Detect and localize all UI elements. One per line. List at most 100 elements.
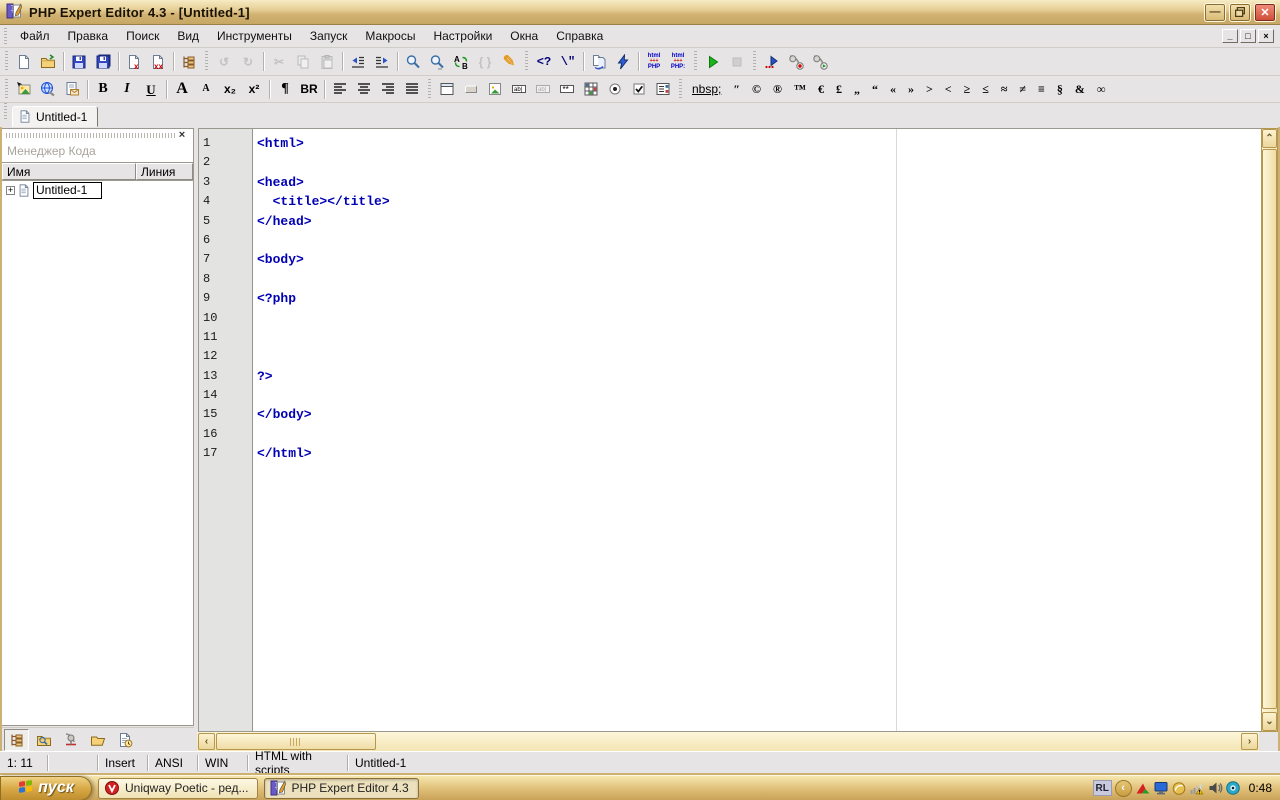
php-tags-button[interactable]: <?: [532, 50, 556, 73]
close-file-button[interactable]: x: [122, 50, 146, 73]
menubar-grip[interactable]: [2, 28, 9, 44]
entity-button[interactable]: ≡: [1032, 78, 1051, 101]
code-line[interactable]: [257, 270, 1263, 289]
entity-button[interactable]: »: [902, 78, 920, 101]
entity-button[interactable]: >: [920, 78, 939, 101]
start-button[interactable]: пуск: [0, 776, 92, 800]
new-file-button[interactable]: [12, 50, 36, 73]
close-all-button[interactable]: xx: [146, 50, 170, 73]
menu-поиск[interactable]: Поиск: [117, 26, 168, 46]
entity-button[interactable]: ©: [746, 78, 767, 101]
italic-button[interactable]: I: [115, 78, 139, 101]
close-button[interactable]: ✕: [1254, 3, 1276, 22]
mdi-maximize-button[interactable]: □: [1240, 29, 1256, 43]
volume-icon[interactable]: [1207, 780, 1223, 796]
entity-button[interactable]: ≠: [1013, 78, 1032, 101]
tab-untitled-1[interactable]: Untitled-1: [12, 106, 98, 127]
menu-файл[interactable]: Файл: [11, 26, 59, 46]
entity-button[interactable]: ≤: [976, 78, 995, 101]
toolbar-grip[interactable]: [751, 51, 758, 71]
toolbar-grip[interactable]: [3, 79, 10, 99]
taskbar-task-uniqway[interactable]: Uniqway Poetic - ред...: [98, 778, 258, 799]
toolbar-grip[interactable]: [426, 79, 433, 99]
code-line[interactable]: <?php: [257, 289, 1263, 308]
insert-page-button[interactable]: [60, 78, 84, 101]
column-header-line[interactable]: Линия: [136, 163, 193, 180]
insert-image-field-button[interactable]: [483, 78, 507, 101]
code-line[interactable]: </head>: [257, 212, 1263, 231]
code-line[interactable]: [257, 309, 1263, 328]
restore-button[interactable]: [1229, 3, 1251, 22]
vertical-scrollbar[interactable]: ⌃ ⌄: [1261, 128, 1278, 732]
unindent-button[interactable]: [346, 50, 370, 73]
entity-button[interactable]: &: [1069, 78, 1091, 101]
signal-warning-icon[interactable]: [1189, 780, 1205, 796]
underline-button[interactable]: U: [139, 78, 163, 101]
insert-image-button[interactable]: [12, 78, 36, 101]
align-center-button[interactable]: [352, 78, 376, 101]
menu-запуск[interactable]: Запуск: [301, 26, 357, 46]
code-text[interactable]: <html><head> <title></title></head><body…: [255, 129, 1263, 464]
minimize-button[interactable]: —: [1204, 3, 1226, 22]
toolbar-grip[interactable]: [692, 51, 699, 71]
code-line[interactable]: <head>: [257, 173, 1263, 192]
entity-button[interactable]: „: [848, 78, 866, 101]
run-button[interactable]: [701, 50, 725, 73]
code-line[interactable]: [257, 425, 1263, 444]
entity-button[interactable]: £: [830, 78, 848, 101]
insert-table-button[interactable]: [579, 78, 603, 101]
entity-button[interactable]: ™: [788, 78, 812, 101]
align-left-button[interactable]: [328, 78, 352, 101]
menu-окна[interactable]: Окна: [501, 26, 547, 46]
entity-button[interactable]: ″: [727, 78, 746, 101]
align-justify-button[interactable]: [400, 78, 424, 101]
code-line[interactable]: [257, 231, 1263, 250]
insert-radio-button[interactable]: [603, 78, 627, 101]
code-line[interactable]: [257, 347, 1263, 366]
escape-quotes-button[interactable]: \": [556, 50, 580, 73]
menu-инструменты[interactable]: Инструменты: [208, 26, 301, 46]
highlight-pencil-button[interactable]: ✎: [497, 50, 521, 73]
tray-collapse-icon[interactable]: ‹: [1115, 780, 1132, 797]
taskbar-task-php-expert-editor[interactable]: phpPHP Expert Editor 4.3: [264, 778, 418, 799]
language-indicator[interactable]: RL: [1093, 780, 1112, 796]
bold-button[interactable]: B: [91, 78, 115, 101]
tree-expand-icon[interactable]: +: [6, 186, 15, 195]
superscript-button[interactable]: x²: [242, 78, 266, 101]
align-right-button[interactable]: [376, 78, 400, 101]
entity-button[interactable]: <: [939, 78, 958, 101]
horizontal-scroll-thumb[interactable]: [216, 733, 376, 750]
insert-textarea-button[interactable]: ab|: [531, 78, 555, 101]
toolbar-grip[interactable]: [203, 51, 210, 71]
entity-button[interactable]: ≥: [958, 78, 977, 101]
macro-record-button[interactable]: [784, 50, 808, 73]
tree-item-untitled-1[interactable]: + Untitled-1: [2, 181, 193, 199]
entity-button[interactable]: “: [866, 78, 884, 101]
code-line[interactable]: <html>: [257, 134, 1263, 153]
html-to-php-echo-button[interactable]: html+++PHP:: [666, 50, 690, 73]
entity-button[interactable]: nbsp;: [686, 78, 727, 101]
scroll-down-icon[interactable]: ⌄: [1262, 712, 1277, 731]
recent-files-button[interactable]: [112, 729, 137, 751]
toolbar-grip[interactable]: [677, 79, 684, 99]
code-line[interactable]: </body>: [257, 405, 1263, 424]
run-in-browser-button[interactable]: [760, 50, 784, 73]
column-header-name[interactable]: Имя: [2, 163, 136, 180]
menu-настройки[interactable]: Настройки: [424, 26, 501, 46]
monitor-icon[interactable]: [1153, 780, 1169, 796]
insert-listbox-button[interactable]: [651, 78, 675, 101]
scroll-left-icon[interactable]: ‹: [198, 733, 215, 750]
code-line[interactable]: ?>: [257, 367, 1263, 386]
menu-вид[interactable]: Вид: [168, 26, 208, 46]
entity-button[interactable]: «: [884, 78, 902, 101]
entity-button[interactable]: €: [812, 78, 830, 101]
panel-close-icon[interactable]: ×: [175, 130, 189, 140]
menu-правка[interactable]: Правка: [59, 26, 118, 46]
code-line[interactable]: <body>: [257, 250, 1263, 269]
quick-upload-button[interactable]: [611, 50, 635, 73]
swap-ab-button[interactable]: AB: [449, 50, 473, 73]
tree-button-button[interactable]: [4, 729, 29, 751]
dish-icon[interactable]: [1171, 780, 1187, 796]
macro-play-button[interactable]: [808, 50, 832, 73]
insert-frame-button[interactable]: [435, 78, 459, 101]
